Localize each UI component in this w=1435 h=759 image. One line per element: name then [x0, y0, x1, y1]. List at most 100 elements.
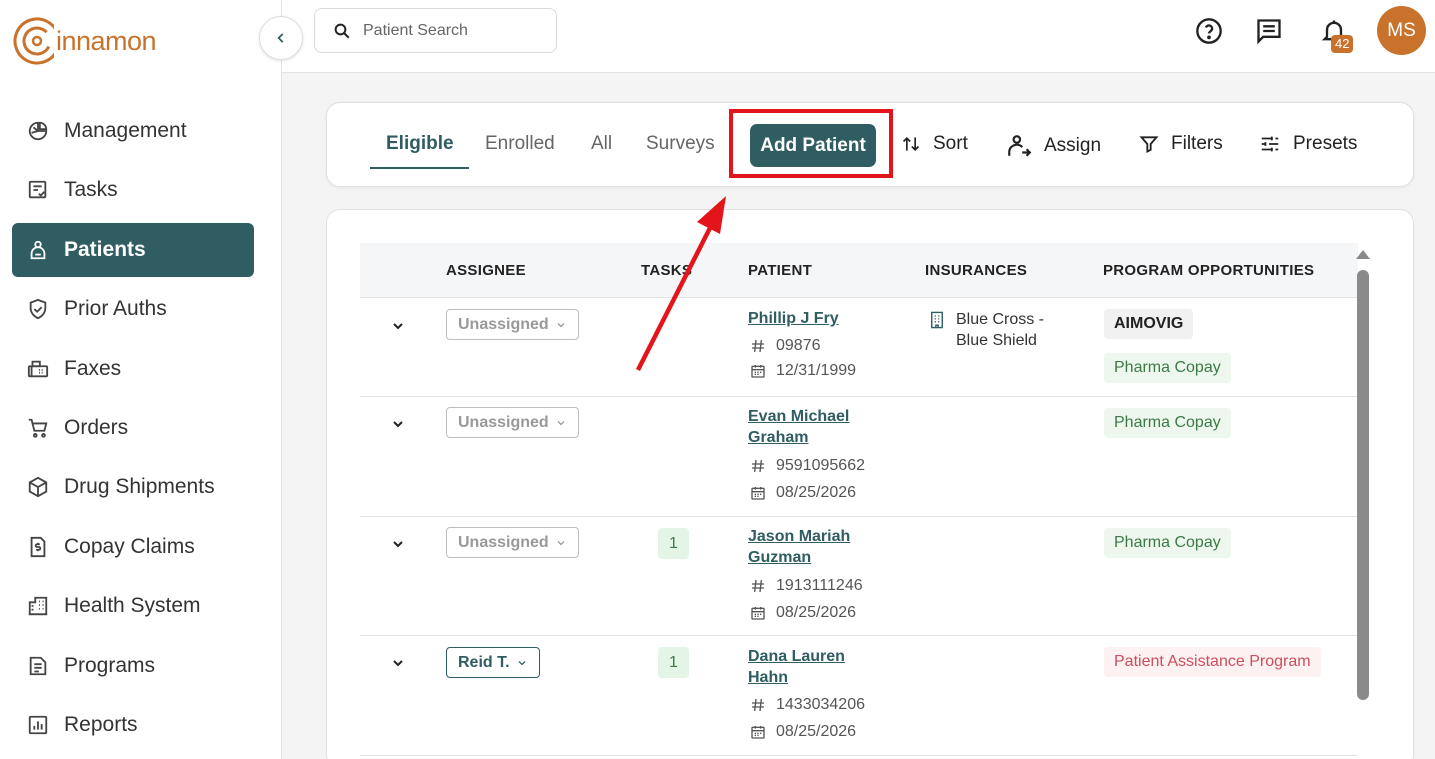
assignee-dropdown[interactable]: Unassigned — [446, 309, 579, 340]
patient-name-link[interactable]: Dana Lauren Hahn — [748, 646, 898, 688]
sidebar: innamon Management Tasks Patients Prior … — [0, 0, 282, 759]
hash-icon — [752, 698, 764, 712]
sidebar-item-faxes[interactable]: Faxes — [12, 342, 254, 396]
user-avatar[interactable]: MS — [1377, 6, 1426, 55]
add-patient-button[interactable]: Add Patient — [750, 124, 876, 167]
expand-chevron-icon[interactable] — [390, 536, 406, 552]
assignee-value: Unassigned — [458, 533, 549, 551]
sidebar-item-health-system[interactable]: Health System — [12, 579, 254, 633]
top-bar: 42 MS — [282, 0, 1435, 73]
column-header-assignee[interactable]: ASSIGNEE — [446, 262, 526, 279]
sidebar-item-management[interactable]: Management — [12, 104, 254, 158]
cart-icon — [26, 416, 50, 440]
shield-check-icon — [26, 297, 50, 321]
tab-eligible[interactable]: Eligible — [386, 133, 454, 155]
messages-icon[interactable] — [1255, 17, 1283, 45]
patient-icon — [26, 238, 50, 262]
sidebar-item-prior-auths[interactable]: Prior Auths — [12, 282, 254, 336]
assign-button[interactable]: Assign — [1006, 133, 1101, 159]
expand-chevron-icon[interactable] — [390, 655, 406, 671]
sidebar-item-label: Reports — [64, 712, 138, 736]
app-logo[interactable]: innamon — [12, 14, 157, 68]
hash-icon — [752, 459, 764, 473]
table-header: ASSIGNEE TASKS PATIENT INSURANCES PROGRA… — [360, 243, 1358, 298]
column-header-patient[interactable]: PATIENT — [748, 262, 812, 279]
program-chip-pharma-copay[interactable]: Pharma Copay — [1104, 353, 1231, 383]
presets-button[interactable]: Presets — [1259, 133, 1357, 155]
column-header-tasks[interactable]: TASKS — [641, 262, 692, 279]
sidebar-item-orders[interactable]: Orders — [12, 401, 254, 455]
patient-dob: 12/31/1999 — [750, 362, 856, 380]
task-count-badge[interactable]: 1 — [658, 647, 689, 678]
patient-name-line2: Guzman — [748, 549, 812, 566]
column-header-insurances[interactable]: INSURANCES — [925, 262, 1027, 279]
document-icon — [26, 654, 50, 678]
patient-dob-value: 08/25/2026 — [776, 723, 857, 740]
sort-icon — [901, 133, 921, 155]
column-header-program-opportunities[interactable]: PROGRAM OPPORTUNITIES — [1103, 262, 1314, 279]
sidebar-item-reports[interactable]: Reports — [12, 698, 254, 752]
assignee-value: Unassigned — [458, 315, 549, 333]
calendar-icon — [751, 487, 765, 500]
calendar-icon — [751, 726, 765, 739]
hash-icon — [752, 339, 764, 353]
filter-icon — [1139, 134, 1159, 154]
sidebar-item-drug-shipments[interactable]: Drug Shipments — [12, 460, 254, 514]
assignee-value: Reid T. — [458, 653, 510, 671]
calendar-icon — [751, 607, 765, 620]
sidebar-item-programs[interactable]: Programs — [12, 639, 254, 693]
assignee-dropdown[interactable]: Reid T. — [446, 647, 540, 678]
patient-name-line2: Graham — [748, 429, 809, 446]
calendar-icon — [751, 365, 765, 378]
program-chip-pharma-copay[interactable]: Pharma Copay — [1104, 408, 1231, 438]
assignee-value: Unassigned — [458, 413, 549, 431]
dollar-document-icon — [26, 535, 50, 559]
patient-search[interactable] — [314, 8, 557, 53]
tab-surveys[interactable]: Surveys — [646, 133, 715, 155]
patient-name-link[interactable]: Evan Michael Graham — [748, 406, 898, 448]
tab-all[interactable]: All — [591, 133, 612, 155]
assignee-dropdown[interactable]: Unassigned — [446, 527, 579, 558]
sort-button[interactable]: Sort — [901, 133, 968, 155]
insurance-name-line1: Blue Cross - — [956, 311, 1045, 328]
patient-dob: 08/25/2026 — [750, 723, 856, 741]
table-row: Unassigned Evan Michael Graham 959109566… — [360, 397, 1358, 517]
patient-id-value: 1913111246 — [776, 577, 863, 594]
sidebar-item-label: Prior Auths — [64, 297, 167, 321]
pie-chart-icon — [26, 119, 50, 143]
building-icon — [930, 311, 944, 351]
sidebar-item-patients[interactable]: Patients — [12, 222, 254, 277]
sort-label: Sort — [933, 133, 968, 154]
task-count-badge[interactable]: 1 — [658, 528, 689, 559]
sidebar-item-label: Orders — [64, 415, 129, 439]
search-input[interactable] — [363, 21, 543, 40]
insurance-name-line2: Blue Shield — [956, 332, 1037, 349]
sidebar-item-copay-claims[interactable]: Copay Claims — [12, 520, 254, 574]
program-chip-aimovig[interactable]: AIMOVIG — [1104, 309, 1194, 339]
scroll-up-arrow-icon[interactable] — [1356, 250, 1370, 259]
expand-chevron-icon[interactable] — [390, 416, 406, 432]
assign-label: Assign — [1044, 135, 1102, 156]
chevron-down-icon — [557, 322, 565, 327]
collapse-sidebar-button[interactable] — [259, 16, 303, 60]
assignee-dropdown[interactable]: Unassigned — [446, 407, 579, 438]
program-chip-pharma-copay[interactable]: Pharma Copay — [1104, 528, 1231, 558]
tab-enrolled[interactable]: Enrolled — [485, 133, 555, 155]
logo-text: innamon — [56, 25, 157, 56]
sidebar-item-tasks[interactable]: Tasks — [12, 163, 254, 217]
patient-id: 9591095662 — [750, 457, 865, 475]
program-chip-patient-assistance[interactable]: Patient Assistance Program — [1104, 647, 1321, 677]
task-list-icon — [26, 178, 50, 202]
patient-name-link[interactable]: Phillip J Fry — [748, 308, 898, 329]
table-row: Reid T. 1 Dana Lauren Hahn 1433034206 08… — [360, 636, 1358, 756]
expand-chevron-icon[interactable] — [390, 318, 406, 334]
sliders-icon — [1259, 133, 1281, 155]
patient-name-link[interactable]: Jason Mariah Guzman — [748, 526, 898, 568]
sidebar-item-label: Health System — [64, 594, 201, 618]
help-icon[interactable] — [1195, 17, 1223, 45]
vertical-scrollbar-thumb[interactable] — [1357, 270, 1369, 700]
patient-name-line2: Hahn — [748, 669, 788, 686]
patient-dob-value: 12/31/1999 — [776, 362, 857, 379]
filters-button[interactable]: Filters — [1139, 133, 1223, 155]
chevron-down-icon — [518, 660, 526, 665]
